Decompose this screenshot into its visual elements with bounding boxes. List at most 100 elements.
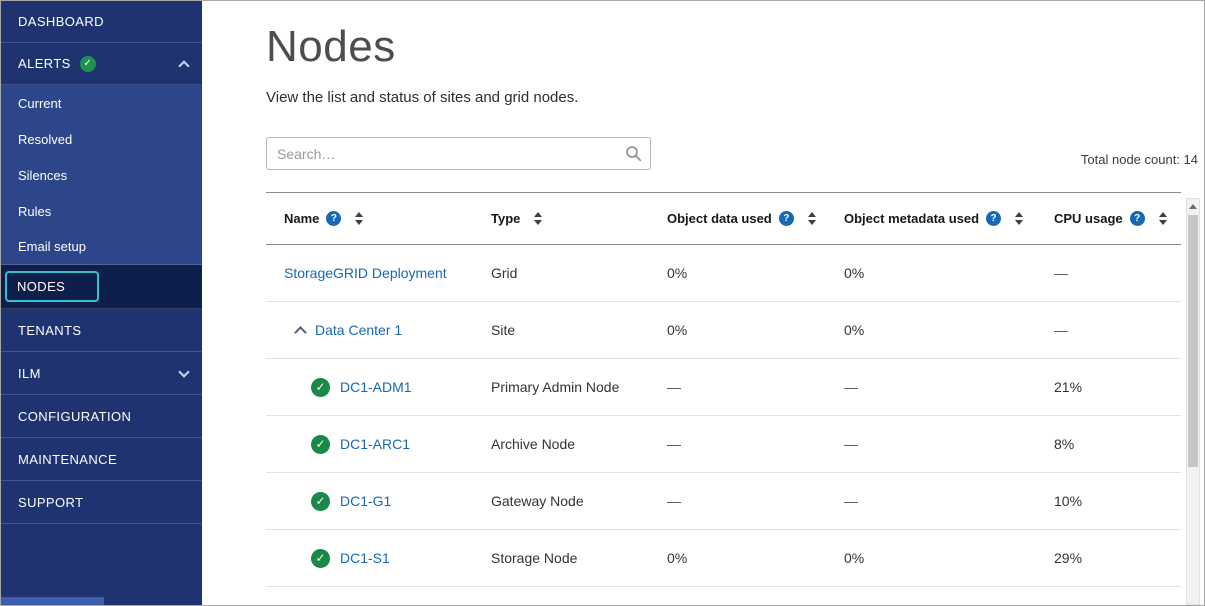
sidebar-item-label: MAINTENANCE <box>18 452 117 467</box>
table-row: Data Center 1 Site 0% 0% — <box>266 302 1181 359</box>
sort-asc-icon <box>1015 212 1023 217</box>
column-header-object-data-used[interactable]: Object data used <box>667 211 772 226</box>
nodes-table-wrap: Name ? Type <box>266 192 1181 587</box>
table-row: ✓ DC1-ADM1 Primary Admin Node — — 21% <box>266 359 1181 416</box>
sort-desc-icon <box>808 220 816 225</box>
search-row: Total node count: 14 <box>266 137 1198 170</box>
node-type: Storage Node <box>491 530 667 587</box>
chevron-down-icon <box>178 366 189 377</box>
cpu-usage-value: 21% <box>1054 359 1181 416</box>
sidebar-item-alerts-email-setup[interactable]: Email setup <box>1 229 202 265</box>
sort-asc-icon <box>1159 212 1167 217</box>
object-data-used-value: — <box>667 473 844 530</box>
table-row: StorageGRID Deployment Grid 0% 0% — <box>266 245 1181 302</box>
column-header-object-metadata-used[interactable]: Object metadata used <box>844 211 979 226</box>
object-metadata-used-value: 0% <box>844 530 1054 587</box>
vertical-scrollbar[interactable] <box>1186 198 1200 605</box>
grid-link[interactable]: StorageGRID Deployment <box>284 265 447 281</box>
site-link[interactable]: Data Center 1 <box>315 322 402 338</box>
sidebar-scroll-strip <box>1 597 104 605</box>
sort-control[interactable] <box>1159 212 1167 225</box>
object-data-used-value: — <box>667 416 844 473</box>
object-metadata-used-value: — <box>844 359 1054 416</box>
node-type: Gateway Node <box>491 473 667 530</box>
object-metadata-used-value: — <box>844 416 1054 473</box>
sidebar-subitem-label: Resolved <box>18 132 72 147</box>
node-link[interactable]: DC1-ARC1 <box>340 436 410 452</box>
sidebar-item-tenants[interactable]: TENANTS <box>1 309 202 352</box>
sidebar-item-nodes[interactable]: NODES <box>1 265 202 309</box>
sort-asc-icon <box>808 212 816 217</box>
node-status-ok-icon: ✓ <box>311 549 330 568</box>
sidebar-item-label: CONFIGURATION <box>18 409 131 424</box>
column-header-name[interactable]: Name <box>284 211 319 226</box>
sort-control[interactable] <box>534 212 542 225</box>
sidebar-item-alerts-silences[interactable]: Silences <box>1 157 202 193</box>
help-icon[interactable]: ? <box>1130 211 1145 226</box>
total-node-count: Total node count: 14 <box>1081 152 1198 170</box>
sort-asc-icon <box>355 212 363 217</box>
help-icon[interactable]: ? <box>779 211 794 226</box>
sidebar-item-configuration[interactable]: CONFIGURATION <box>1 395 202 438</box>
storagegrid-app-window: DASHBOARD ALERTS ✓ Current Resolved Sile… <box>0 0 1205 606</box>
sidebar-item-maintenance[interactable]: MAINTENANCE <box>1 438 202 481</box>
sort-control[interactable] <box>808 212 816 225</box>
sort-control[interactable] <box>1015 212 1023 225</box>
sort-desc-icon <box>1159 220 1167 225</box>
scrollbar-up-button[interactable] <box>1187 199 1199 213</box>
object-data-used-value: — <box>667 359 844 416</box>
column-header-cpu-usage[interactable]: CPU usage <box>1054 211 1123 226</box>
alerts-ok-badge-icon: ✓ <box>80 56 96 72</box>
sidebar-item-label: DASHBOARD <box>18 14 104 29</box>
sidebar-item-ilm[interactable]: ILM <box>1 352 202 395</box>
object-metadata-used-value: 0% <box>844 245 1054 302</box>
help-icon[interactable]: ? <box>986 211 1001 226</box>
page-subtitle: View the list and status of sites and gr… <box>266 89 1204 107</box>
sidebar-item-alerts-rules[interactable]: Rules <box>1 193 202 229</box>
table-row: ✓ DC1-S1 Storage Node 0% 0% 29% <box>266 530 1181 587</box>
sort-desc-icon <box>534 220 542 225</box>
node-link[interactable]: DC1-S1 <box>340 550 390 566</box>
scrollbar-thumb[interactable] <box>1188 215 1198 467</box>
node-status-ok-icon: ✓ <box>311 378 330 397</box>
sidebar-item-label: ILM <box>18 366 41 381</box>
object-data-used-value: 0% <box>667 302 844 359</box>
sort-desc-icon <box>1015 220 1023 225</box>
collapse-chevron-icon[interactable] <box>294 326 307 339</box>
sidebar-subitem-label: Email setup <box>18 239 86 254</box>
sort-control[interactable] <box>355 212 363 225</box>
column-header-type[interactable]: Type <box>491 211 520 226</box>
cpu-usage-value: 29% <box>1054 530 1181 587</box>
sidebar-item-alerts-current[interactable]: Current <box>1 85 202 121</box>
object-metadata-used-value: — <box>844 473 1054 530</box>
sidebar-item-label: ALERTS <box>18 56 71 71</box>
sidebar: DASHBOARD ALERTS ✓ Current Resolved Sile… <box>1 1 202 605</box>
scroll-up-arrow-icon <box>1189 204 1197 209</box>
cpu-usage-value: 8% <box>1054 416 1181 473</box>
node-type: Archive Node <box>491 416 667 473</box>
main-content: Nodes View the list and status of sites … <box>202 1 1204 605</box>
sidebar-subitem-label: Current <box>18 96 61 111</box>
node-link[interactable]: DC1-G1 <box>340 493 391 509</box>
search-input[interactable] <box>266 137 651 170</box>
sidebar-item-dashboard[interactable]: DASHBOARD <box>1 1 202 43</box>
node-type: Primary Admin Node <box>491 359 667 416</box>
node-status-ok-icon: ✓ <box>311 435 330 454</box>
selected-item-outline: NODES <box>5 271 99 302</box>
sort-desc-icon <box>355 220 363 225</box>
cpu-usage-value: — <box>1054 302 1181 359</box>
table-row: ✓ DC1-ARC1 Archive Node — — 8% <box>266 416 1181 473</box>
page-title: Nodes <box>266 21 1204 73</box>
sidebar-item-support[interactable]: SUPPORT <box>1 481 202 524</box>
chevron-up-icon <box>178 60 189 71</box>
sidebar-item-alerts[interactable]: ALERTS ✓ <box>1 43 202 85</box>
cpu-usage-value: — <box>1054 245 1181 302</box>
table-header-row: Name ? Type <box>266 193 1181 245</box>
sidebar-item-alerts-resolved[interactable]: Resolved <box>1 121 202 157</box>
nodes-table: Name ? Type <box>266 192 1181 587</box>
node-link[interactable]: DC1-ADM1 <box>340 379 412 395</box>
search-field-wrap <box>266 137 651 170</box>
help-icon[interactable]: ? <box>326 211 341 226</box>
cpu-usage-value: 10% <box>1054 473 1181 530</box>
sidebar-item-label: SUPPORT <box>18 495 83 510</box>
